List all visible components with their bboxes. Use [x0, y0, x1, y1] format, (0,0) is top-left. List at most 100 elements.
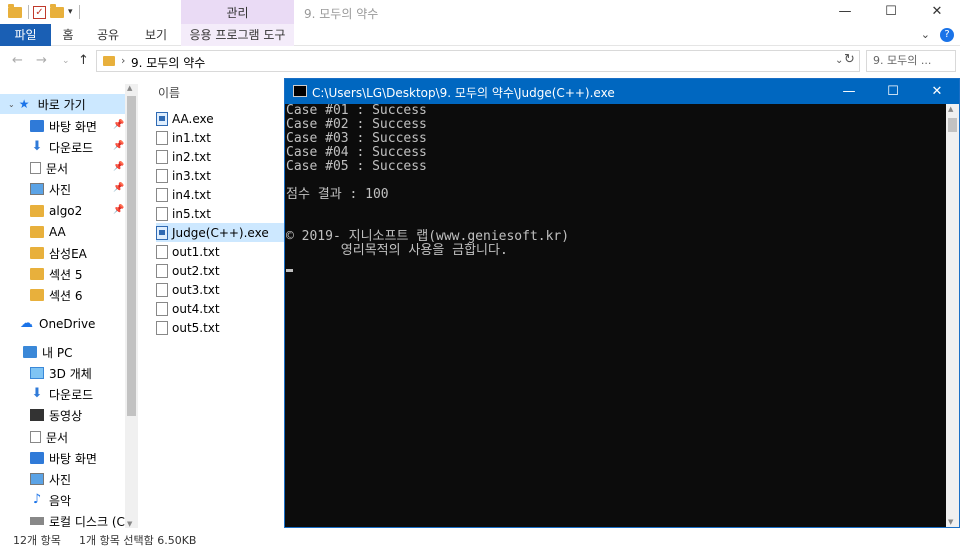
nav-item-this-pc[interactable]: 내 PC: [23, 342, 72, 362]
nav-item-videos[interactable]: 동영상: [30, 405, 82, 425]
text-cursor: [286, 269, 293, 272]
console-window[interactable]: C:\Users\LG\Desktop\9. 모두의 약수\Judge(C++)…: [284, 78, 960, 528]
console-minimize-button[interactable]: —: [827, 79, 871, 104]
column-header-name[interactable]: 이름: [158, 84, 180, 101]
file-row[interactable]: in3.txt: [156, 166, 288, 185]
nav-item-section-5[interactable]: 섹션 5: [30, 264, 83, 284]
pin-icon[interactable]: 📌: [113, 141, 124, 151]
nav-item-label: 삼성EA: [49, 246, 87, 261]
nav-item-3d-objects[interactable]: 3D 개체: [30, 363, 92, 383]
breadcrumb[interactable]: 9. 모두의 약수: [131, 54, 205, 71]
chevron-down-icon[interactable]: ⌄: [835, 55, 843, 66]
nav-item-label: 3D 개체: [49, 366, 92, 381]
file-row-selected[interactable]: Judge(C++).exe: [156, 223, 288, 242]
console-titlebar[interactable]: C:\Users\LG\Desktop\9. 모두의 약수\Judge(C++)…: [285, 79, 959, 104]
nav-item-aa[interactable]: AA: [30, 222, 66, 242]
help-icon[interactable]: ?: [940, 28, 954, 42]
nav-item-onedrive[interactable]: ☁ OneDrive: [20, 314, 95, 334]
pin-icon[interactable]: 📌: [113, 162, 124, 172]
refresh-icon[interactable]: ↻: [844, 52, 855, 67]
file-row[interactable]: out5.txt: [156, 318, 288, 337]
ribbon-collapse-icon[interactable]: ⌄: [921, 28, 930, 42]
file-row[interactable]: in5.txt: [156, 204, 288, 223]
download-icon: ⬇: [31, 386, 43, 401]
scroll-up-icon[interactable]: ▲: [948, 105, 953, 113]
forward-arrow-icon[interactable]: →: [36, 53, 47, 68]
nav-item-pc-desktop[interactable]: 바탕 화면: [30, 448, 97, 468]
nav-item-music[interactable]: ♪ 음악: [30, 490, 71, 510]
file-row[interactable]: out1.txt: [156, 242, 288, 261]
maximize-button[interactable]: ☐: [868, 0, 914, 24]
console-line: 점수 결과 : 100: [286, 187, 389, 202]
console-output[interactable]: Case #01 : Success Case #02 : Success Ca…: [285, 104, 946, 527]
toolbar-separator: [78, 5, 80, 19]
console-line: © 2019- 지니소프트 랩(www.geniesoft.kr): [286, 229, 570, 244]
file-row[interactable]: in2.txt: [156, 147, 288, 166]
pin-icon[interactable]: 📌: [113, 120, 124, 130]
search-input[interactable]: 9. 모두의 ...: [866, 50, 956, 72]
nav-item-algo2[interactable]: algo2: [30, 201, 82, 221]
minimize-button[interactable]: —: [822, 0, 868, 24]
nav-item-label: 다운로드: [49, 387, 94, 402]
file-name: in1.txt: [172, 130, 211, 145]
recent-locations-icon[interactable]: ⌄: [62, 56, 70, 66]
console-maximize-button[interactable]: ☐: [871, 79, 915, 104]
document-icon: [30, 431, 41, 443]
nav-pane-scrollbar[interactable]: ▲ ▼: [125, 84, 138, 528]
close-button[interactable]: ✕: [914, 0, 960, 24]
console-app-icon[interactable]: [293, 85, 307, 97]
nav-item-samsung-ea[interactable]: 삼성EA: [30, 243, 87, 263]
file-row[interactable]: out4.txt: [156, 299, 288, 318]
nav-item-label: algo2: [49, 204, 83, 218]
music-note-icon: ♪: [32, 492, 42, 507]
console-close-button[interactable]: ✕: [915, 79, 959, 104]
scrollbar-thumb[interactable]: [127, 96, 136, 416]
scroll-down-icon[interactable]: ▼: [127, 520, 132, 528]
nav-item-desktop[interactable]: 바탕 화면: [30, 116, 97, 136]
tab-app-tools[interactable]: 응용 프로그램 도구: [181, 24, 294, 46]
nav-item-section-6[interactable]: 섹션 6: [30, 285, 83, 305]
nav-item-label: 문서: [46, 430, 69, 445]
nav-item-label: AA: [49, 225, 66, 239]
file-row[interactable]: in4.txt: [156, 185, 288, 204]
nav-item-pictures[interactable]: 사진: [30, 179, 71, 199]
file-row[interactable]: AA.exe: [156, 109, 288, 128]
nav-item-pc-documents[interactable]: 문서: [30, 427, 68, 447]
scroll-up-icon[interactable]: ▲: [127, 84, 132, 92]
nav-item-documents[interactable]: 문서: [30, 158, 68, 178]
console-line: Case #05 : Success: [286, 159, 427, 174]
scrollbar-thumb[interactable]: [948, 118, 957, 132]
scroll-down-icon[interactable]: ▼: [948, 518, 953, 526]
nav-item-label: 사진: [49, 182, 72, 197]
desktop-icon: [30, 120, 44, 132]
chevron-right-icon[interactable]: ›: [121, 54, 125, 67]
folder-icon: [30, 205, 44, 217]
new-folder-icon[interactable]: [50, 3, 64, 18]
address-bar[interactable]: › 9. 모두의 약수 ⌄: [96, 50, 860, 72]
tab-share[interactable]: 공유: [95, 24, 121, 46]
file-row[interactable]: in1.txt: [156, 128, 288, 147]
nav-quick-access[interactable]: ⌄ ★ 바로 가기: [0, 94, 125, 114]
chevron-down-icon[interactable]: ⌄: [8, 100, 15, 109]
file-row[interactable]: out2.txt: [156, 261, 288, 280]
file-name: out2.txt: [172, 263, 220, 278]
pin-icon[interactable]: 📌: [113, 183, 124, 193]
back-arrow-icon[interactable]: ←: [12, 53, 23, 68]
up-arrow-icon[interactable]: ↑: [78, 53, 89, 68]
tab-view[interactable]: 보기: [143, 24, 169, 46]
nav-item-pc-downloads[interactable]: ⬇ 다운로드: [30, 384, 94, 404]
file-row[interactable]: out3.txt: [156, 280, 288, 299]
text-file-icon: [156, 263, 168, 278]
file-name: Judge(C++).exe: [172, 225, 269, 240]
nav-item-label: 바탕 화면: [49, 451, 97, 466]
pin-icon[interactable]: 📌: [113, 205, 124, 215]
tab-home[interactable]: 홈: [55, 24, 81, 46]
nav-item-downloads[interactable]: ⬇ 다운로드: [30, 137, 94, 157]
properties-check-icon[interactable]: ✓: [33, 5, 46, 19]
customize-toolbar-icon[interactable]: ▾: [68, 7, 73, 17]
tab-file[interactable]: 파일: [0, 24, 51, 46]
nav-item-pc-pictures[interactable]: 사진: [30, 469, 71, 489]
console-scrollbar[interactable]: ▲ ▼: [946, 104, 959, 527]
file-list: 이름 AA.exe in1.txt in2.txt in3.txt in4.tx…: [148, 84, 288, 528]
